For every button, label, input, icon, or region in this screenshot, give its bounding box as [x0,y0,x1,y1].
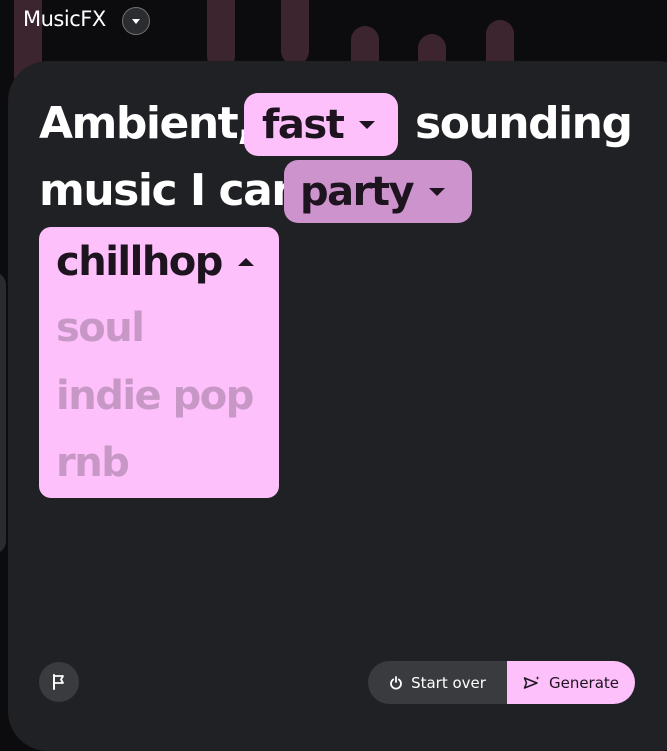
prompt-chip-party[interactable]: party [284,160,472,223]
generate-button[interactable]: Generate [507,661,635,704]
dropdown-option[interactable]: indie pop [56,376,254,416]
chevron-down-icon [429,187,446,196]
chevron-down-icon [132,18,140,24]
start-over-label: Start over [411,673,486,692]
send-sparkle-icon [523,675,540,689]
dropdown-selected-label: chillhop [56,239,223,285]
background-bar [281,0,309,65]
chevron-down-icon [359,120,376,129]
genre-dropdown: chillhop soul indie pop rnb [39,227,279,498]
chip-label: party [300,168,415,215]
chip-label: fast [262,101,345,148]
prompt-word: music I can [39,165,303,216]
dropdown-option[interactable]: soul [56,308,145,348]
start-over-button[interactable]: Start over [368,661,507,704]
generate-label: Generate [548,673,620,692]
background-bar [207,0,235,70]
chevron-up-icon [237,258,254,266]
prompt-word: sounding [415,98,633,149]
dropdown-selected[interactable]: chillhop [56,233,254,291]
flag-icon [53,674,64,690]
prompt-word: Ambient, [39,98,254,149]
background-panel-edge [0,272,6,554]
app-menu-button[interactable] [122,7,150,35]
action-group: Start over Generate [368,661,635,704]
app-title: MusicFX [23,7,106,31]
prompt-chip-fast[interactable]: fast [244,93,398,156]
power-icon [390,675,402,690]
dropdown-option[interactable]: rnb [56,443,130,483]
report-button[interactable] [39,662,79,702]
